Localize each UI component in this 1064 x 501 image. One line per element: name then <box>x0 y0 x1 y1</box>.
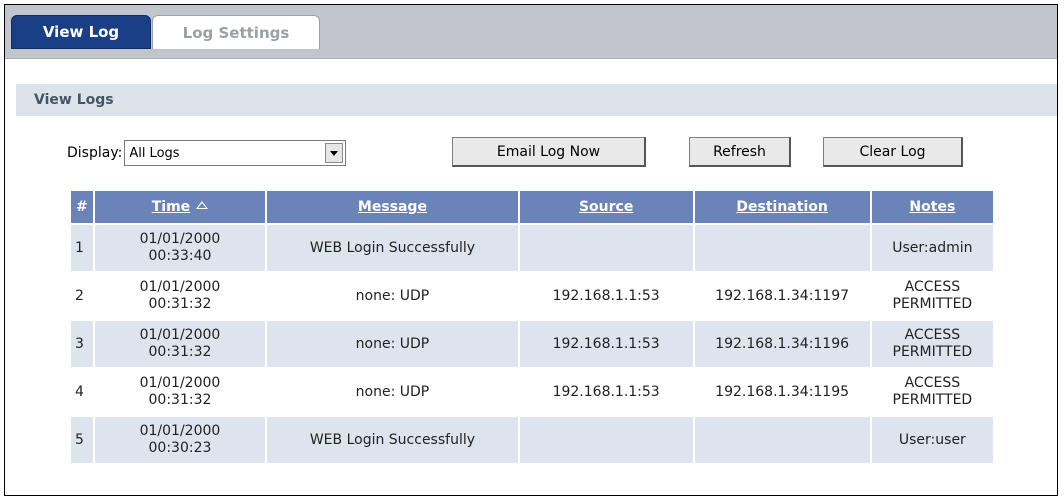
cell-num: 5 <box>71 417 93 463</box>
display-control: Display: All Logs <box>67 137 347 169</box>
cell-source: 192.168.1.1:53 <box>519 369 693 415</box>
cell-date-text: 01/01/2000 <box>139 423 221 439</box>
column-header-notes[interactable]: Notes <box>871 191 993 223</box>
chevron-down-icon[interactable] <box>325 143 344 163</box>
tab-view-log[interactable]: View Log <box>11 15 151 49</box>
section-title: View Logs <box>16 84 1057 116</box>
cell-time-text: 00:31:32 <box>148 296 212 312</box>
cell-notes: ACCESS PERMITTED <box>871 321 993 367</box>
cell-message: none: UDP <box>267 369 518 415</box>
clear-log-button[interactable]: Clear Log <box>823 137 963 167</box>
cell-notes-line2: PERMITTED <box>892 392 973 408</box>
cell-num: 3 <box>71 321 93 367</box>
cell-num: 1 <box>71 225 93 271</box>
log-window: View Log Log Settings View Logs Display:… <box>4 4 1058 496</box>
cell-destination <box>694 417 870 463</box>
cell-notes-line1: User:user <box>898 431 966 448</box>
sort-ascending-icon[interactable] <box>196 201 209 209</box>
column-header-message[interactable]: Message <box>267 191 518 223</box>
table-row: 3 01/01/2000 00:31:32 none: UDP 192.168.1… <box>71 321 993 367</box>
table-row: 5 01/01/2000 00:30:23 WEB Login Successfu… <box>71 417 993 463</box>
cell-time-text: 00:31:32 <box>148 344 212 360</box>
table-header-row: # Time Message Source Destination Notes <box>71 191 993 223</box>
cell-time: 01/01/2000 00:31:32 <box>94 369 266 415</box>
cell-notes: ACCESS PERMITTED <box>871 369 993 415</box>
cell-notes-line1: User:admin <box>892 239 973 256</box>
table-row: 2 01/01/2000 00:31:32 none: UDP 192.168.1… <box>71 273 993 319</box>
cell-notes: ACCESS PERMITTED <box>871 273 993 319</box>
column-header-time-label[interactable]: Time <box>152 199 190 215</box>
cell-message: none: UDP <box>267 273 518 319</box>
display-select-value: All Logs <box>129 145 180 161</box>
cell-destination <box>694 225 870 271</box>
cell-num: 4 <box>71 369 93 415</box>
cell-date-text: 01/01/2000 <box>139 231 221 247</box>
cell-source <box>519 417 693 463</box>
cell-time-text: 00:33:40 <box>148 248 212 264</box>
cell-time: 01/01/2000 00:33:40 <box>94 225 266 271</box>
cell-notes: User:admin <box>871 225 993 271</box>
cell-notes: User:user <box>871 417 993 463</box>
table-row: 1 01/01/2000 00:33:40 WEB Login Successfu… <box>71 225 993 271</box>
cell-source <box>519 225 693 271</box>
tab-log-settings[interactable]: Log Settings <box>152 15 320 49</box>
cell-message: none: UDP <box>267 321 518 367</box>
cell-destination: 192.168.1.34:1196 <box>694 321 870 367</box>
cell-notes-line1: ACCESS <box>904 327 961 343</box>
refresh-button[interactable]: Refresh <box>689 137 791 167</box>
cell-destination: 192.168.1.34:1195 <box>694 369 870 415</box>
column-header-time[interactable]: Time <box>94 191 266 223</box>
cell-message: WEB Login Successfully <box>267 225 518 271</box>
log-table: # Time Message Source Destination Notes … <box>69 189 995 465</box>
table-row: 4 01/01/2000 00:31:32 none: UDP 192.168.1… <box>71 369 993 415</box>
cell-destination: 192.168.1.34:1197 <box>694 273 870 319</box>
cell-message: WEB Login Successfully <box>267 417 518 463</box>
cell-notes-line2: PERMITTED <box>892 296 973 312</box>
cell-time: 01/01/2000 00:31:32 <box>94 273 266 319</box>
cell-notes-line2: PERMITTED <box>892 344 973 360</box>
cell-date-text: 01/01/2000 <box>139 375 221 391</box>
cell-notes-line1: ACCESS <box>904 279 961 295</box>
cell-notes-line1: ACCESS <box>904 375 961 391</box>
cell-date-text: 01/01/2000 <box>139 327 221 343</box>
cell-time: 01/01/2000 00:30:23 <box>94 417 266 463</box>
tab-bar: View Log Log Settings <box>5 5 1057 59</box>
email-log-button[interactable]: Email Log Now <box>452 137 646 167</box>
column-header-num: # <box>71 191 93 223</box>
cell-date-text: 01/01/2000 <box>139 279 221 295</box>
cell-source: 192.168.1.1:53 <box>519 321 693 367</box>
display-label: Display: <box>67 145 123 161</box>
cell-source: 192.168.1.1:53 <box>519 273 693 319</box>
cell-time-text: 00:31:32 <box>148 392 212 408</box>
column-header-destination[interactable]: Destination <box>694 191 870 223</box>
content-area: View Logs Display: All Logs Email Log No… <box>5 59 1057 495</box>
cell-num: 2 <box>71 273 93 319</box>
cell-time-text: 00:30:23 <box>148 440 212 456</box>
column-header-source[interactable]: Source <box>519 191 693 223</box>
cell-time: 01/01/2000 00:31:32 <box>94 321 266 367</box>
display-select[interactable]: All Logs <box>124 140 347 166</box>
